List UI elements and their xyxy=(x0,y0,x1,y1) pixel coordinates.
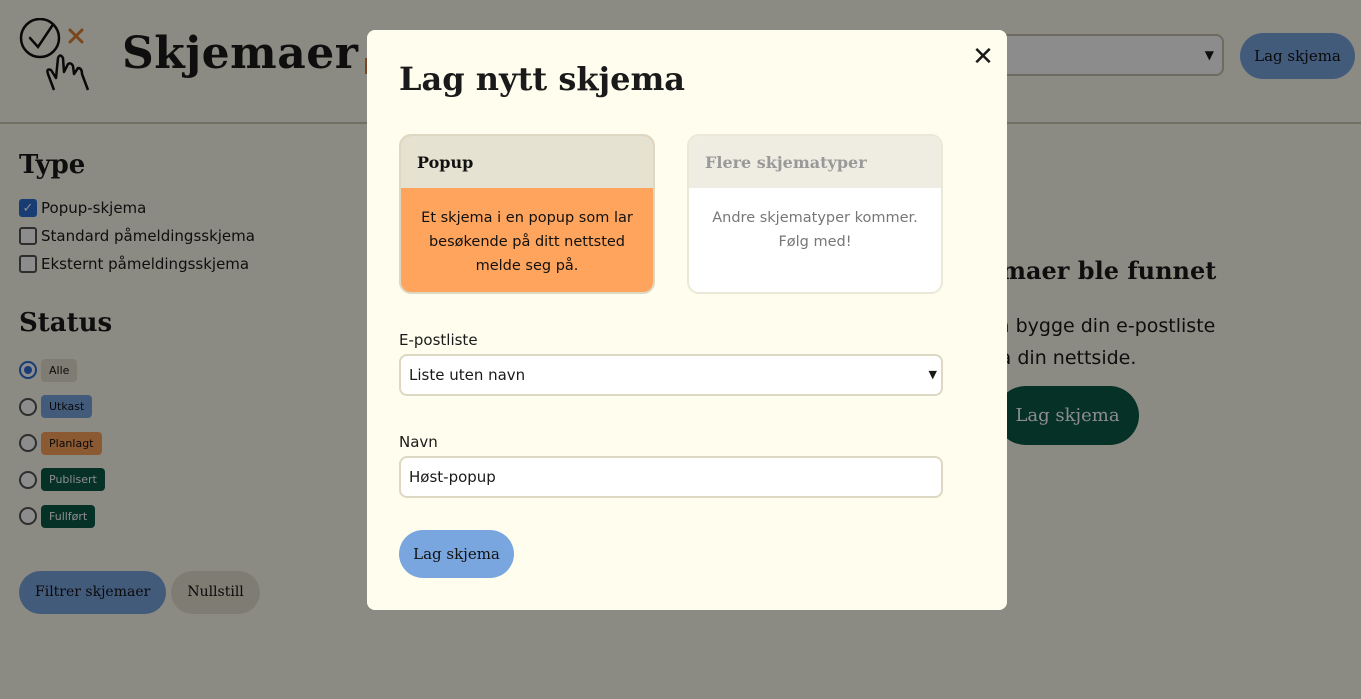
list-select-value: Liste uten navn xyxy=(409,366,526,384)
name-label: Navn xyxy=(399,433,438,451)
card-title: Popup xyxy=(401,136,653,188)
close-icon[interactable]: ✕ xyxy=(971,44,995,70)
card-title: Flere skjematyper xyxy=(689,136,941,188)
card-description: Andre skjematyper kommer. Følg med! xyxy=(712,210,918,250)
chevron-down-icon: ▼ xyxy=(928,368,937,381)
form-type-card-more: Flere skjematyper Andre skjematyper komm… xyxy=(687,134,943,294)
create-form-modal: ✕ Lag nytt skjema Popup Et skjema i en p… xyxy=(367,30,1007,610)
name-input[interactable]: Høst-popup xyxy=(399,456,943,498)
list-label: E-postliste xyxy=(399,331,478,349)
name-input-value: Høst-popup xyxy=(409,468,496,486)
modal-title: Lag nytt skjema xyxy=(399,60,686,98)
form-type-card-popup[interactable]: Popup Et skjema i en popup som lar besøk… xyxy=(399,134,655,294)
list-select[interactable]: Liste uten navn ▼ xyxy=(399,354,943,396)
submit-create-button[interactable]: Lag skjema xyxy=(399,530,514,578)
card-description: Et skjema i en popup som lar besøkende p… xyxy=(421,210,633,274)
